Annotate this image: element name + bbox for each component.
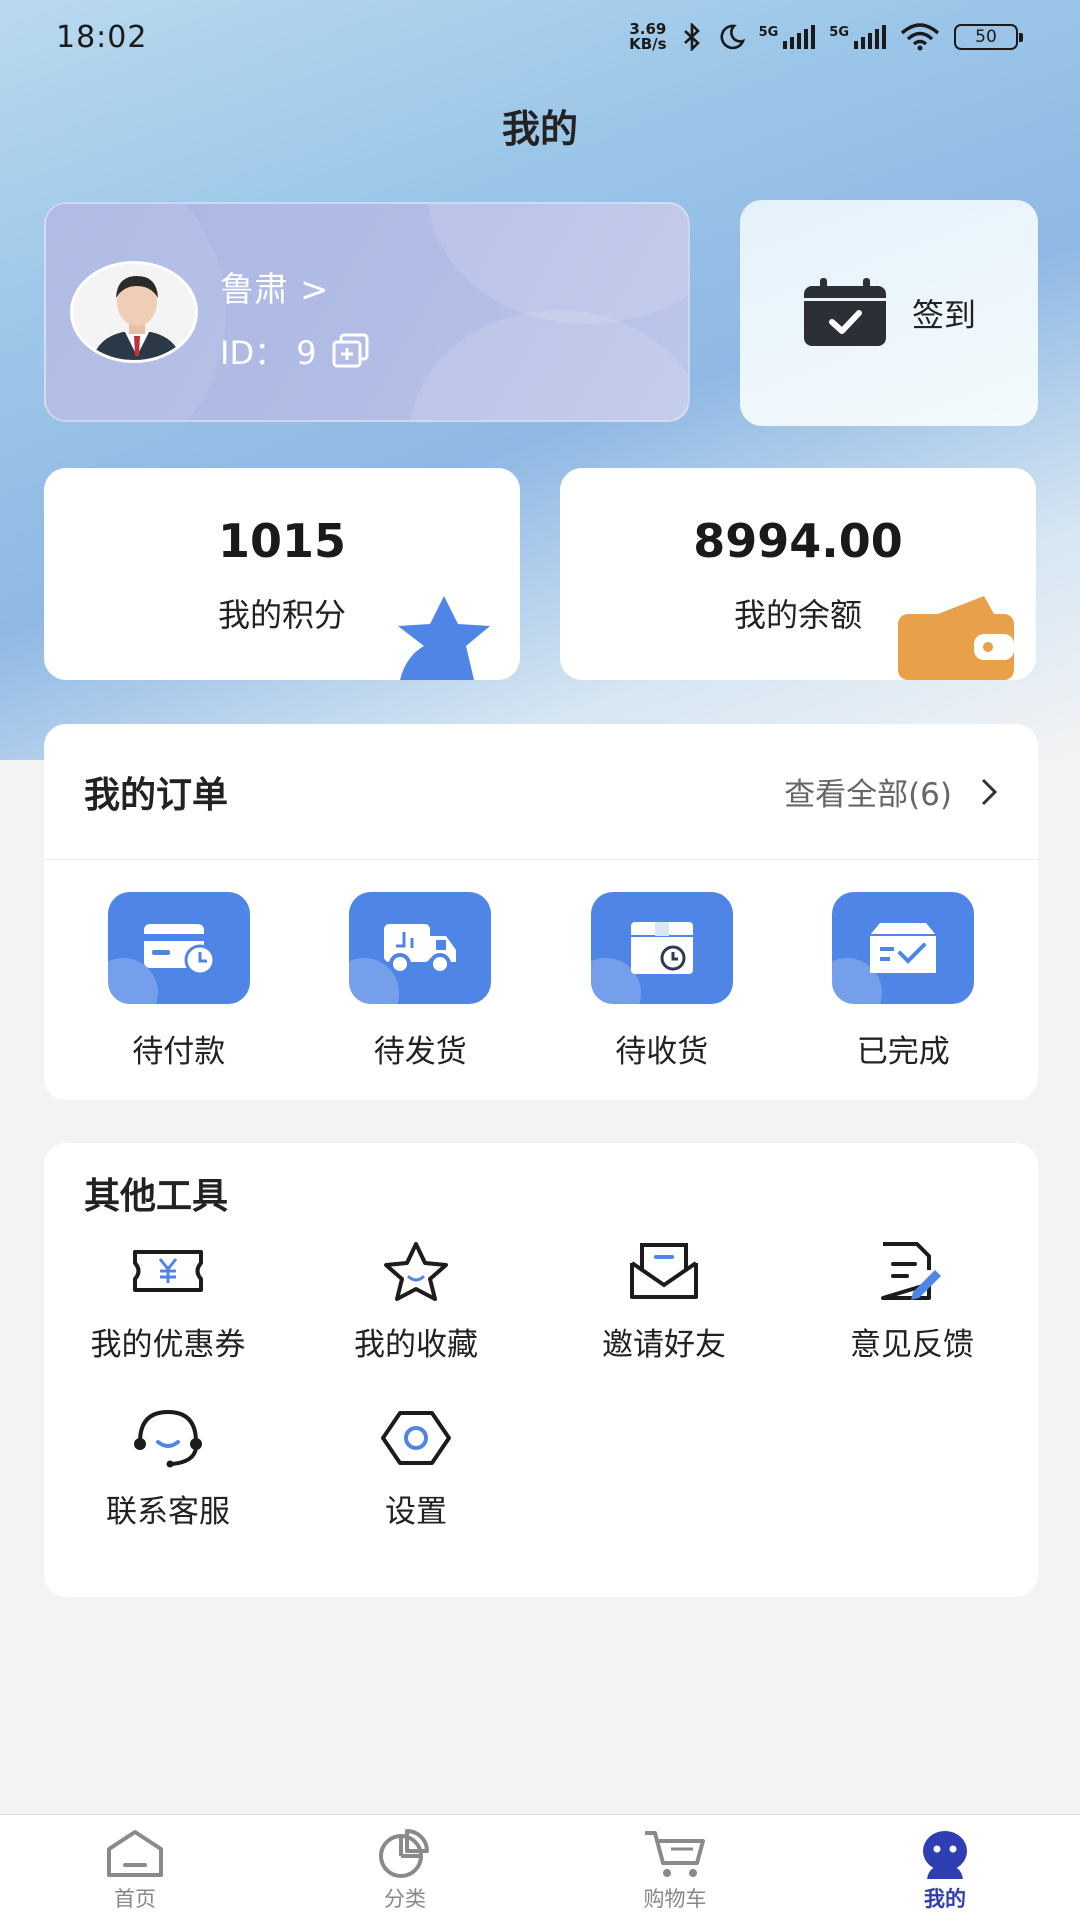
tab-category[interactable]: 分类 — [270, 1815, 540, 1920]
envelope-icon — [626, 1239, 702, 1303]
settings-hex-icon — [378, 1406, 454, 1470]
orders-title: 我的订单 — [84, 774, 229, 816]
chevron-right-icon: > — [300, 270, 329, 310]
battery-icon: 50 — [954, 24, 1023, 50]
network-speed: 3.69 KB/s — [629, 20, 667, 53]
copy-icon[interactable] — [331, 333, 371, 369]
balance-card[interactable]: 8994.00 我的余额 — [560, 468, 1036, 680]
tool-invite-friends[interactable]: 邀请好友 — [540, 1239, 788, 1364]
status-icons: 3.69 KB/s 5G 5G 50 — [629, 20, 1023, 53]
points-card[interactable]: 1015 我的积分 — [44, 468, 520, 680]
checkin-label: 签到 — [911, 296, 976, 334]
status-bar: 18:02 3.69 KB/s 5G 5G 50 — [0, 0, 1080, 74]
delivery-truck-icon — [349, 892, 492, 1004]
order-pending-shipment[interactable]: 待发货 — [300, 892, 540, 1071]
username: 鲁肃 — [220, 270, 288, 310]
tools-title: 其他工具 — [84, 1176, 229, 1217]
profile-icon — [923, 1831, 967, 1879]
avatar[interactable] — [70, 261, 198, 363]
tools-panel: 其他工具 我的优惠券 我的收藏 邀请好友 意见反馈 联系客服 设置 — [44, 1143, 1038, 1597]
tools-grid: 我的优惠券 我的收藏 邀请好友 意见反馈 联系客服 设置 — [44, 1239, 1038, 1531]
signal-sim1-icon: 5G — [759, 25, 816, 49]
payment-card-icon — [107, 892, 250, 1004]
page-title: 我的 — [501, 107, 578, 151]
tool-customer-service[interactable]: 联系客服 — [44, 1406, 292, 1531]
bluetooth-icon — [683, 23, 700, 51]
wifi-icon — [900, 23, 940, 51]
tab-cart[interactable]: 购物车 — [540, 1815, 810, 1920]
feedback-edit-icon — [874, 1239, 950, 1303]
moon-icon — [720, 24, 745, 50]
view-all-orders-link[interactable]: 查看全部(6) — [784, 769, 998, 814]
calendar-check-icon — [803, 278, 886, 346]
checkin-button[interactable]: 签到 — [740, 200, 1038, 426]
home-icon — [107, 1830, 163, 1877]
tool-coupons[interactable]: 我的优惠券 — [44, 1239, 292, 1364]
star-badge-icon — [398, 596, 490, 680]
package-clock-icon — [590, 892, 733, 1004]
balance-value: 8994.00 — [693, 514, 903, 568]
chevron-right-icon — [981, 778, 998, 805]
tool-settings[interactable]: 设置 — [292, 1406, 540, 1531]
user-id-text: ID： 9 — [220, 334, 317, 372]
orders-panel: 我的订单 查看全部(6) 待付款 待发货 待收货 已完成 — [44, 724, 1038, 1100]
tab-home[interactable]: 首页 — [0, 1815, 270, 1920]
star-icon — [378, 1239, 454, 1303]
order-pending-payment[interactable]: 待付款 — [59, 892, 299, 1071]
tab-mine[interactable]: 我的 — [810, 1815, 1080, 1920]
bottom-tab-bar: 首页 分类 购物车 我的 — [0, 1814, 1080, 1920]
wallet-icon — [898, 596, 1014, 680]
completed-check-icon — [832, 892, 975, 1004]
category-pie-icon — [379, 1829, 429, 1878]
headset-icon — [130, 1406, 206, 1470]
username-link[interactable]: 鲁肃 > — [220, 262, 329, 311]
cart-icon — [645, 1831, 705, 1877]
status-time: 18:02 — [56, 19, 148, 55]
tool-favorites[interactable]: 我的收藏 — [292, 1239, 540, 1364]
user-id: ID： 9 — [220, 328, 371, 374]
points-value: 1015 — [217, 514, 347, 568]
order-status-row: 待付款 待发货 待收货 已完成 — [44, 892, 1038, 1071]
tool-feedback[interactable]: 意见反馈 — [788, 1239, 1036, 1364]
orders-header: 我的订单 查看全部(6) — [44, 724, 1038, 860]
profile-card[interactable]: 鲁肃 > ID： 9 — [44, 202, 690, 422]
order-completed[interactable]: 已完成 — [783, 892, 1023, 1071]
coupon-icon — [130, 1239, 206, 1303]
order-pending-receipt[interactable]: 待收货 — [542, 892, 782, 1071]
signal-sim2-icon: 5G — [829, 25, 886, 49]
